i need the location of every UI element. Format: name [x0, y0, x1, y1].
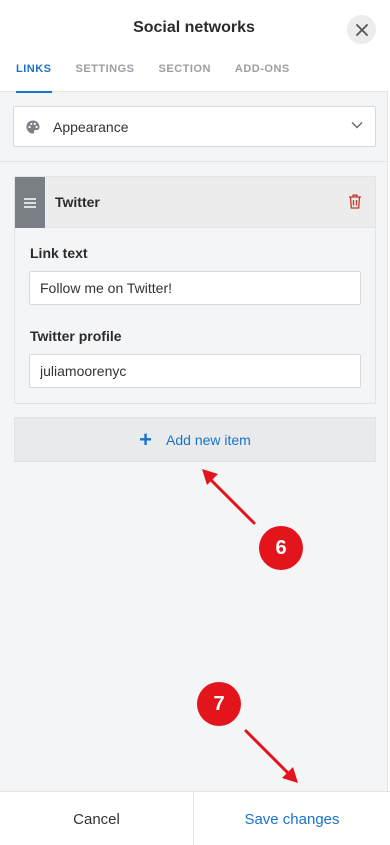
add-new-item-label: Add new item — [166, 431, 251, 448]
appearance-label: Appearance — [53, 118, 129, 135]
close-icon — [355, 23, 368, 36]
tab-section[interactable]: SECTION — [159, 63, 211, 92]
tab-links[interactable]: LINKS — [16, 63, 52, 93]
annotation-badge-6: 6 — [259, 526, 303, 570]
twitter-profile-label: Twitter profile — [30, 328, 122, 344]
drag-handle[interactable] — [15, 177, 45, 228]
cancel-button[interactable]: Cancel — [0, 792, 194, 845]
settings-panel: Social networks LINKS SETTINGS SECTION A… — [0, 0, 388, 845]
tab-settings[interactable]: SETTINGS — [76, 63, 135, 92]
drag-handle-icon — [24, 197, 36, 208]
close-button[interactable] — [347, 15, 376, 44]
annotation-arrow-6 — [202, 469, 256, 525]
twitter-profile-input[interactable] — [29, 354, 361, 388]
link-text-label: Link text — [30, 245, 88, 261]
panel-header: Social networks LINKS SETTINGS SECTION A… — [0, 0, 388, 93]
social-link-item: Twitter Link text Twitter profile — [14, 176, 376, 404]
trash-icon[interactable] — [348, 194, 362, 209]
annotation-arrow-7 — [244, 729, 298, 783]
item-header[interactable]: Twitter — [15, 177, 375, 228]
add-new-item-button[interactable]: + Add new item — [14, 417, 376, 462]
section-divider — [0, 161, 388, 162]
annotation-badge-7: 7 — [197, 682, 241, 726]
tab-bar: LINKS SETTINGS SECTION ADD-ONS — [16, 63, 314, 93]
save-changes-button[interactable]: Save changes — [194, 792, 390, 845]
appearance-dropdown[interactable]: Appearance — [13, 106, 376, 147]
palette-icon — [26, 120, 40, 133]
plus-icon: + — [139, 426, 153, 452]
panel-title: Social networks — [133, 19, 255, 36]
panel-footer: Cancel Save changes — [0, 791, 390, 845]
link-text-input[interactable] — [29, 271, 361, 305]
tab-add-ons[interactable]: ADD-ONS — [235, 63, 290, 92]
chevron-down-icon — [351, 122, 363, 129]
item-title: Twitter — [55, 194, 100, 210]
